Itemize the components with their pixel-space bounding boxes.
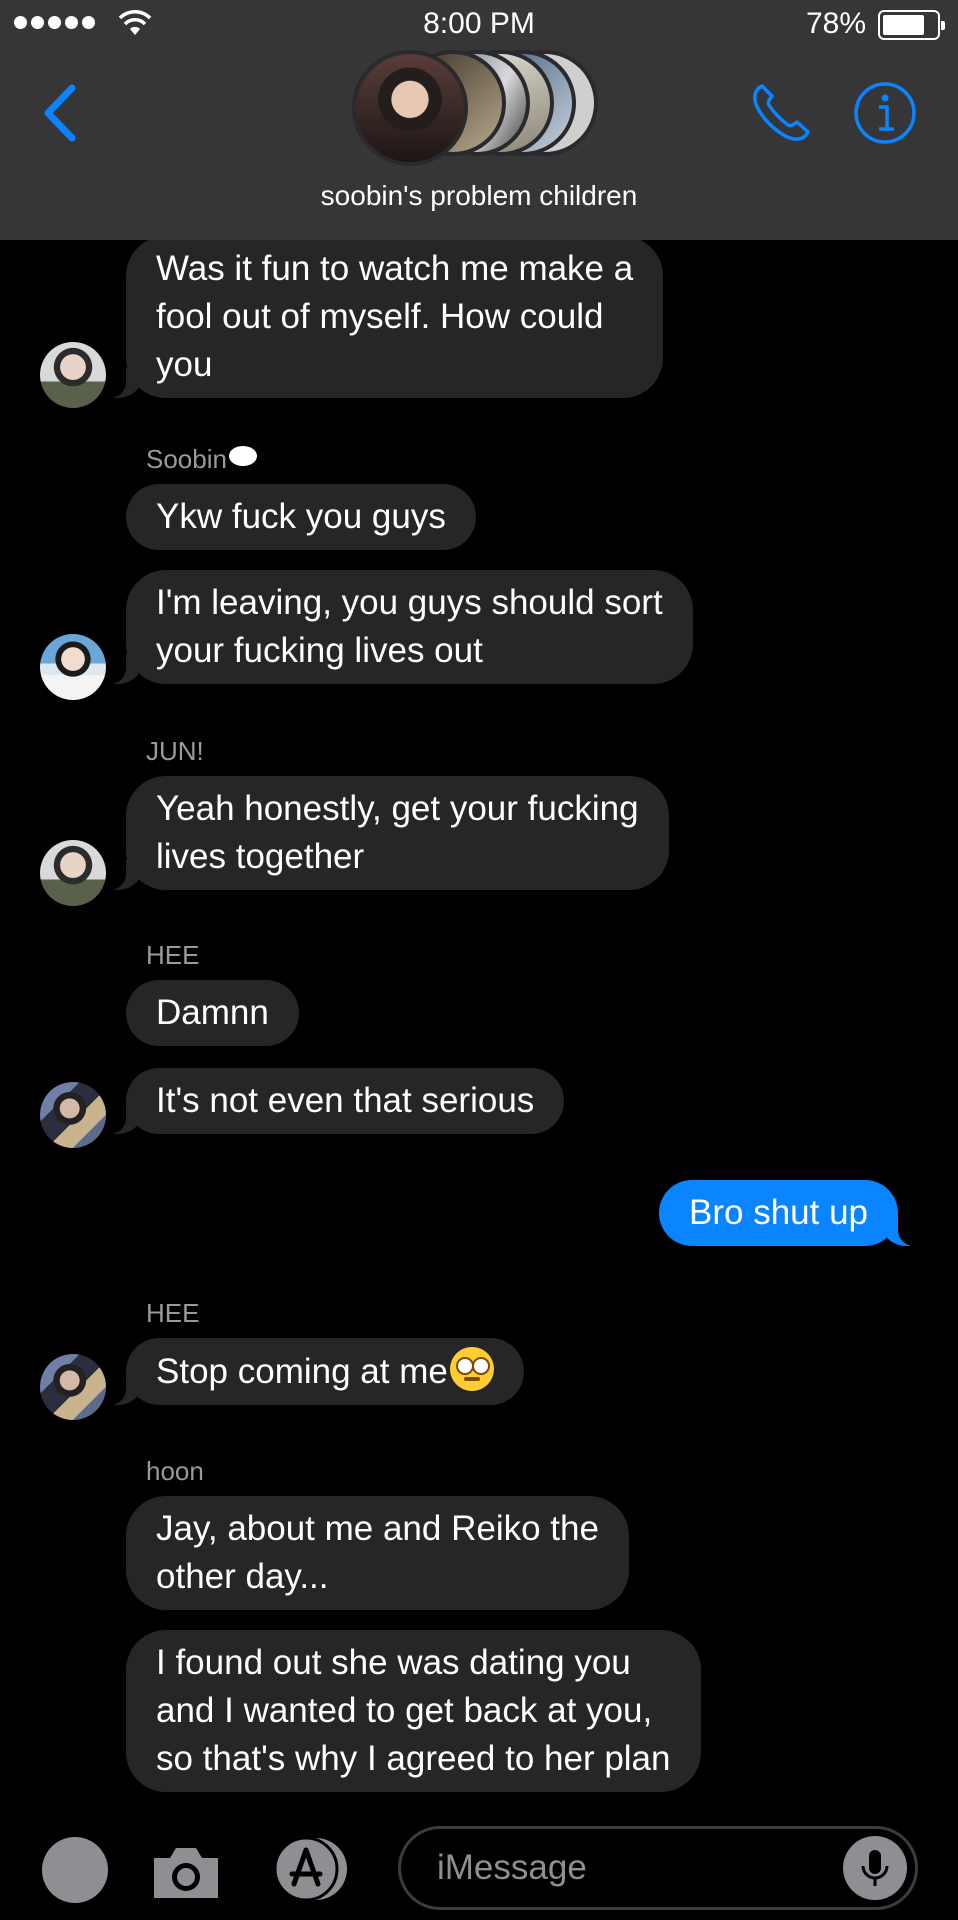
- sender-avatar: [40, 1354, 106, 1420]
- message-bubble[interactable]: I'm leaving, you guys should sort your f…: [104, 570, 693, 684]
- sender-avatar: [40, 840, 106, 906]
- sender-label: JUN!: [146, 736, 204, 766]
- message-bubble-sent[interactable]: Bro shut up: [659, 1180, 920, 1246]
- conversation-header: soobin's problem children: [0, 50, 958, 240]
- message-input-field[interactable]: [398, 1826, 918, 1910]
- sender-label: HEE: [146, 940, 200, 970]
- group-name[interactable]: soobin's problem children: [0, 180, 958, 212]
- message-bubble[interactable]: Ykw fuck you guys: [126, 484, 476, 550]
- member-avatar: [352, 50, 468, 166]
- sender-avatar: [40, 342, 106, 408]
- group-avatar-stack[interactable]: [352, 50, 612, 166]
- back-chevron-icon[interactable]: [36, 78, 86, 148]
- battery-icon: [878, 10, 945, 40]
- message-bubble[interactable]: Stop coming at me: [104, 1338, 524, 1405]
- sender-avatar: [40, 1082, 106, 1148]
- message-input[interactable]: [437, 1843, 817, 1893]
- compose-bar: [0, 1812, 958, 1920]
- info-icon[interactable]: [852, 80, 918, 146]
- message-bubble[interactable]: It's not even that serious: [103, 1068, 565, 1134]
- sender-avatar: [40, 634, 106, 700]
- message-bubble[interactable]: I found out she was dating you and I wan…: [126, 1630, 701, 1792]
- sender-label: HEE: [146, 1298, 200, 1328]
- battery-percentage: 78%: [805, 7, 866, 40]
- sender-label: Soobin: [146, 444, 257, 475]
- thought-bubble-icon: [228, 446, 257, 466]
- microphone-icon[interactable]: [843, 1836, 907, 1900]
- sender-label: hoon: [146, 1456, 204, 1486]
- app-store-icon[interactable]: [270, 1836, 360, 1902]
- camera-icon[interactable]: [148, 1842, 224, 1902]
- phone-icon[interactable]: [748, 80, 814, 146]
- face-with-rolling-eyes-icon: [449, 1347, 494, 1391]
- message-bubble[interactable]: Was it fun to watch me make a fool out o…: [103, 240, 664, 398]
- status-bar: 8:00 PM 78%: [0, 0, 958, 50]
- message-bubble[interactable]: Jay, about me and Reiko the other day...: [126, 1496, 629, 1610]
- message-bubble[interactable]: Yeah honestly, get your fucking lives to…: [104, 776, 669, 890]
- message-thread[interactable]: Was it fun to watch me make a fool out o…: [0, 240, 958, 1812]
- message-bubble[interactable]: Damnn: [126, 980, 299, 1046]
- apps-circle-icon[interactable]: [42, 1837, 108, 1903]
